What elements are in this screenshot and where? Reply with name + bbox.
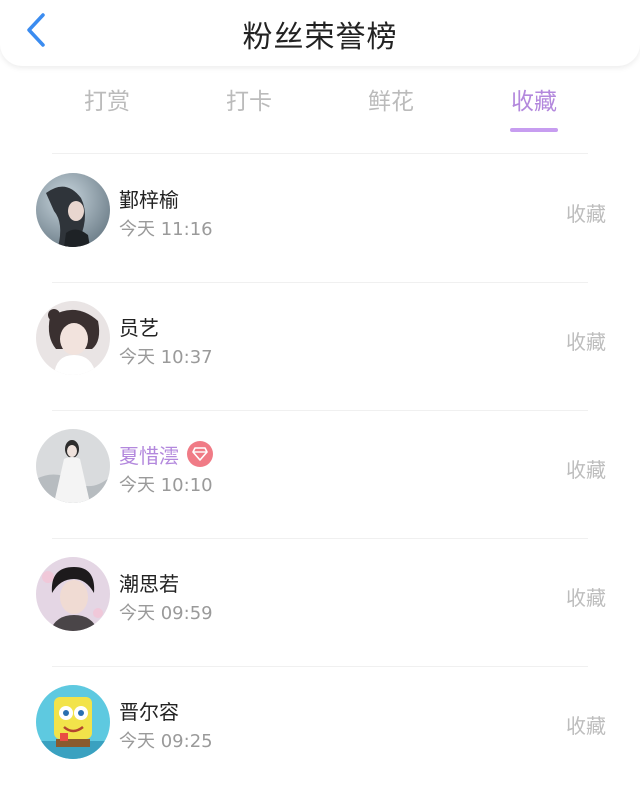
avatar[interactable] — [36, 429, 110, 503]
tab-label: 打卡 — [226, 89, 272, 115]
avatar-image — [36, 557, 110, 631]
favorite-label: 收藏 — [566, 330, 606, 354]
list-item[interactable]: 员艺 今天 10:37 收藏 — [0, 282, 640, 410]
avatar-image — [36, 685, 110, 759]
top-bar: 粉丝荣誉榜 — [0, 0, 640, 66]
name-line: 晋尔容 — [119, 696, 179, 724]
user-name: 员艺 — [119, 315, 159, 340]
list-item[interactable]: 晋尔容 今天 09:25 收藏 — [0, 666, 640, 794]
list-item[interactable]: 鄞梓榆 今天 11:16 收藏 — [0, 154, 640, 282]
name-line: 鄞梓榆 — [119, 184, 179, 212]
tab-underline — [510, 128, 558, 132]
avatar-image — [36, 173, 110, 247]
favorite-label: 收藏 — [566, 714, 606, 738]
favorite-label: 收藏 — [566, 586, 606, 610]
timestamp: 今天 11:16 — [119, 219, 213, 240]
fan-list: 鄞梓榆 今天 11:16 收藏 员艺 今天 10:37 收藏 夏惜澐 今天 10… — [0, 154, 640, 794]
user-name: 鄞梓榆 — [119, 187, 179, 212]
tab-label: 鲜花 — [368, 89, 414, 115]
user-name: 潮思若 — [119, 571, 179, 596]
timestamp: 今天 09:59 — [119, 603, 213, 624]
favorite-label: 收藏 — [566, 202, 606, 226]
tab-label: 打赏 — [84, 89, 130, 115]
name-line: 潮思若 — [119, 568, 179, 596]
page-title: 粉丝荣誉榜 — [242, 20, 398, 55]
tab-label: 收藏 — [511, 89, 557, 115]
list-item[interactable]: 夏惜澐 今天 10:10 收藏 — [0, 410, 640, 538]
list-item[interactable]: 潮思若 今天 09:59 收藏 — [0, 538, 640, 666]
user-name: 晋尔容 — [119, 699, 179, 724]
avatar-image — [36, 301, 110, 375]
avatar[interactable] — [36, 301, 110, 375]
tab-checkin[interactable]: 打卡 — [199, 80, 299, 136]
timestamp: 今天 10:10 — [119, 475, 213, 496]
tab-tips[interactable]: 打赏 — [57, 80, 157, 136]
tab-favorites[interactable]: 收藏 — [484, 80, 584, 136]
tab-flowers[interactable]: 鲜花 — [341, 80, 441, 136]
name-line: 员艺 — [119, 312, 159, 340]
name-line: 夏惜澐 — [119, 440, 213, 468]
timestamp: 今天 10:37 — [119, 347, 213, 368]
avatar-image — [36, 429, 110, 503]
diamond-icon — [187, 441, 213, 467]
tab-bar: 打赏 打卡 鲜花 收藏 — [36, 80, 604, 136]
avatar[interactable] — [36, 557, 110, 631]
favorite-label: 收藏 — [566, 458, 606, 482]
avatar[interactable] — [36, 173, 110, 247]
timestamp: 今天 09:25 — [119, 731, 213, 752]
user-name: 夏惜澐 — [119, 443, 179, 468]
avatar[interactable] — [36, 685, 110, 759]
